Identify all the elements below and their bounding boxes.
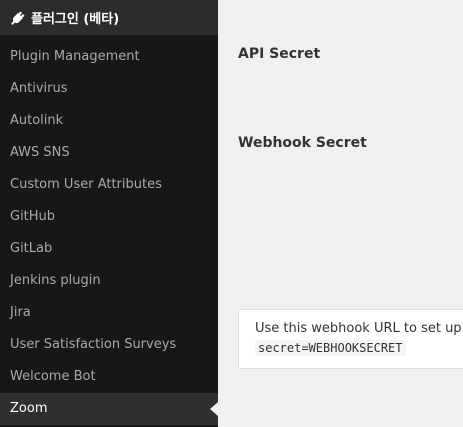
sidebar-item-plugin-management[interactable]: Plugin Management bbox=[0, 41, 218, 73]
webhook-info-text: Use this webhook URL to set up th bbox=[255, 321, 463, 336]
sidebar-header-title: 플러그인 (베타) bbox=[31, 12, 120, 27]
webhook-info-box: Use this webhook URL to set up th secret… bbox=[238, 309, 463, 369]
sidebar-item-autolink[interactable]: Autolink bbox=[0, 105, 218, 137]
sidebar-item-jenkins-plugin[interactable]: Jenkins plugin bbox=[0, 265, 218, 297]
plugin-nav-list: Plugin Management Antivirus Autolink AWS… bbox=[0, 41, 218, 425]
api-secret-label: API Secret bbox=[238, 46, 321, 62]
system-console: 플러그인 (베타) Plugin Management Antivirus Au… bbox=[0, 0, 463, 427]
webhook-secret-label: Webhook Secret bbox=[238, 135, 367, 151]
sidebar-item-custom-user-attributes[interactable]: Custom User Attributes bbox=[0, 169, 218, 201]
sidebar: 플러그인 (베타) Plugin Management Antivirus Au… bbox=[0, 0, 218, 427]
sidebar-header: 플러그인 (베타) bbox=[0, 0, 218, 35]
main-content: API Secret Webhook Secret Use this webho… bbox=[218, 0, 463, 427]
sidebar-item-zoom[interactable]: Zoom bbox=[0, 393, 218, 425]
sidebar-item-antivirus[interactable]: Antivirus bbox=[0, 73, 218, 105]
webhook-secret-code: secret=WEBHOOKSECRET bbox=[255, 340, 406, 356]
sidebar-item-user-satisfaction-surveys[interactable]: User Satisfaction Surveys bbox=[0, 329, 218, 361]
plug-icon bbox=[10, 10, 26, 26]
sidebar-item-gitlab[interactable]: GitLab bbox=[0, 233, 218, 265]
sidebar-item-github[interactable]: GitHub bbox=[0, 201, 218, 233]
sidebar-item-welcome-bot[interactable]: Welcome Bot bbox=[0, 361, 218, 393]
sidebar-item-jira[interactable]: Jira bbox=[0, 297, 218, 329]
sidebar-item-aws-sns[interactable]: AWS SNS bbox=[0, 137, 218, 169]
